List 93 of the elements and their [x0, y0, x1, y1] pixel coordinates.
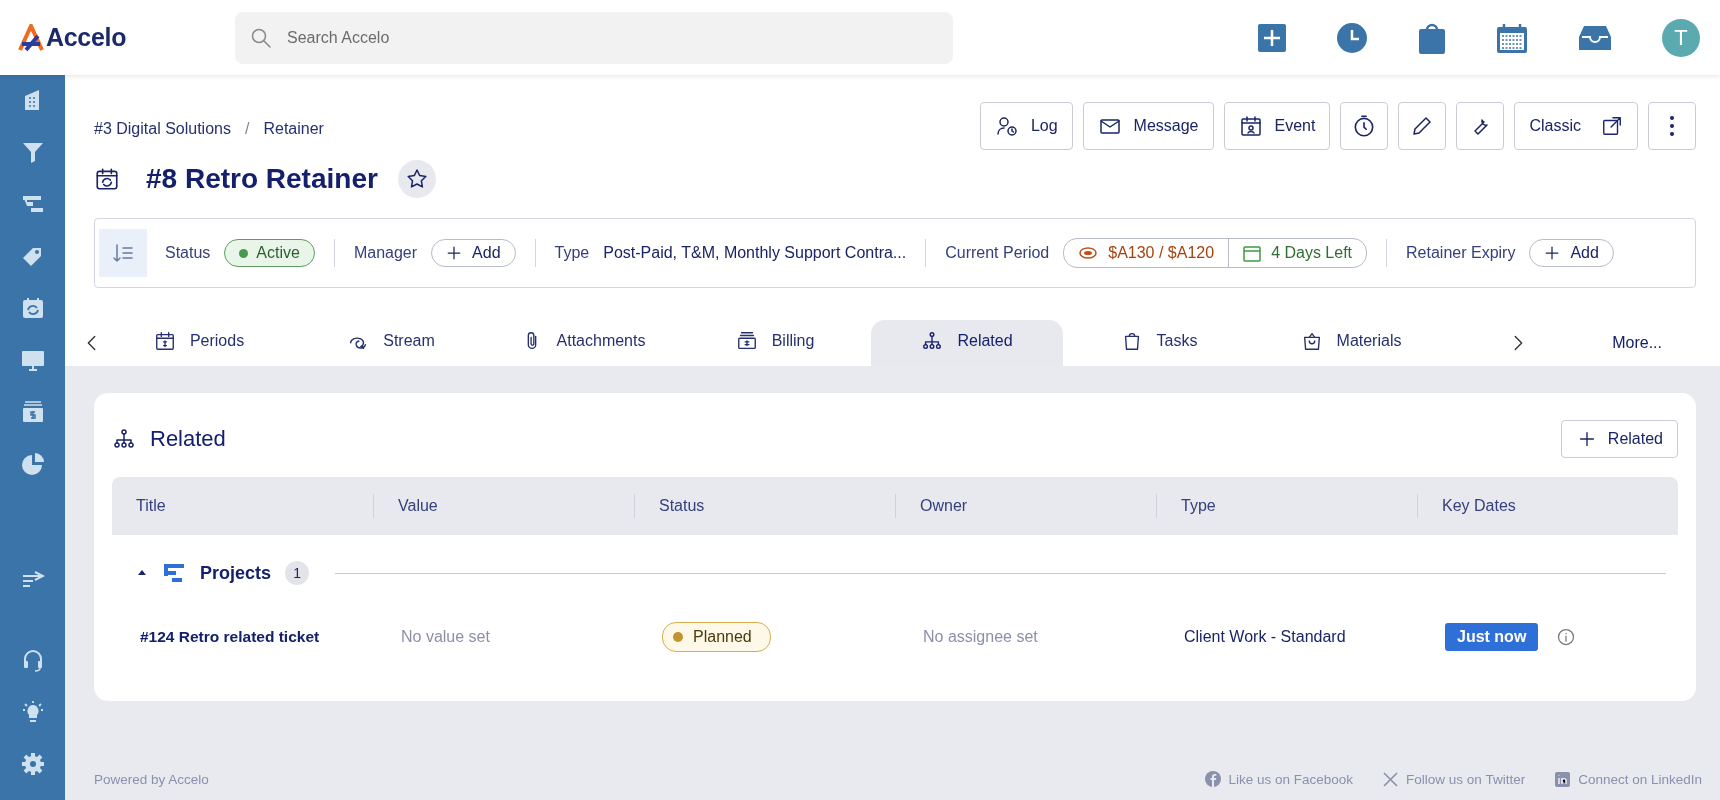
tasks-button[interactable] — [1418, 21, 1446, 54]
calendar-refresh-icon — [20, 296, 45, 320]
sort-button[interactable] — [99, 229, 147, 277]
table-cell: No assignee set — [923, 628, 1038, 646]
message-button[interactable]: Message — [1082, 102, 1214, 150]
status-pill: Active — [224, 239, 315, 267]
tab[interactable]: Periods — [103, 320, 295, 366]
field-label: Manager — [353, 244, 418, 262]
tab[interactable]: Attachments — [487, 320, 679, 366]
info-icon — [1556, 627, 1577, 647]
x-icon — [1383, 771, 1399, 787]
hierarchy-icon — [921, 330, 944, 352]
user-clock-icon — [994, 114, 1019, 138]
field-value: Post-Paid, T&M, Monthly Support Contra... — [603, 244, 907, 262]
monitor-icon — [20, 348, 45, 372]
bag-icon — [1418, 21, 1446, 54]
lightbulb-icon — [20, 700, 45, 724]
pie-chart-button[interactable] — [20, 452, 45, 476]
lightbulb-button[interactable] — [20, 700, 45, 724]
add-related-button[interactable]: Related — [1560, 420, 1678, 458]
search-field[interactable]: Search Accelo — [235, 11, 953, 64]
gantt-icon — [162, 562, 186, 584]
coins-icon — [1078, 245, 1099, 261]
powered-by-text: Powered by Accelo — [94, 771, 209, 787]
status-pill: Planned — [662, 622, 771, 652]
field-label: Retainer Expiry — [1406, 244, 1516, 262]
more-tab[interactable]: More... — [1572, 334, 1720, 366]
plus-icon — [1258, 23, 1286, 52]
column-header: Status — [659, 497, 705, 515]
external-link-icon — [1601, 115, 1623, 137]
record-title: #8 Retro Retainer — [146, 163, 378, 195]
tab[interactable]: Stream — [295, 320, 487, 366]
date-badge: Just now — [1445, 623, 1539, 651]
tab[interactable]: Tasks — [1063, 320, 1255, 366]
money-box-button[interactable] — [20, 400, 45, 424]
sort-icon — [111, 241, 135, 265]
monitor-button[interactable] — [20, 348, 45, 372]
calendar-icon — [1238, 114, 1263, 138]
breadcrumb-link[interactable]: Retainer — [263, 120, 324, 138]
clock-icon — [1336, 21, 1368, 54]
tab[interactable]: Related — [871, 320, 1063, 366]
inbox-button[interactable] — [1578, 24, 1612, 51]
breadcrumb-link[interactable]: #3 Digital Solutions — [94, 120, 231, 138]
add-button[interactable] — [1258, 23, 1286, 52]
calendar-refresh-icon — [94, 166, 120, 192]
hierarchy-icon — [112, 427, 136, 451]
column-header: Type — [1181, 497, 1216, 515]
count-badge: 1 — [285, 561, 310, 585]
group-name: Projects — [200, 562, 272, 584]
log-button[interactable]: Log — [979, 102, 1073, 150]
logo-icon — [18, 23, 44, 52]
column-header: Key Dates — [1442, 497, 1516, 515]
field-label: Type — [554, 244, 590, 262]
logo-text: Accelo — [46, 23, 127, 52]
more-button[interactable] — [1648, 102, 1696, 150]
tools-button[interactable] — [1456, 102, 1505, 150]
funnel-button[interactable] — [20, 140, 45, 164]
classic-button[interactable]: Classic — [1514, 102, 1638, 150]
tab[interactable]: Billing — [679, 320, 871, 366]
table-cell: No value set — [401, 628, 490, 646]
calendar-icon — [1496, 22, 1528, 53]
inbox-icon — [1578, 24, 1612, 51]
field-label: Status — [165, 244, 211, 262]
more-icon — [1669, 115, 1675, 137]
edit-button[interactable] — [1398, 102, 1447, 150]
calendar-refresh-button[interactable] — [20, 296, 45, 320]
money-box-icon — [20, 400, 45, 424]
days-left-text: 4 Days Left — [1229, 239, 1367, 267]
timer-button[interactable] — [1340, 102, 1389, 150]
pie-chart-icon — [20, 452, 45, 476]
column-header: Title — [136, 497, 166, 515]
breadcrumb-separator: / — [244, 120, 250, 138]
column-header: Owner — [920, 497, 968, 515]
column-header: Value — [398, 497, 438, 515]
add-button[interactable]: Add — [1529, 239, 1614, 267]
settings-icon — [20, 752, 45, 776]
event-button[interactable]: Event — [1223, 102, 1331, 150]
facebook-icon — [1204, 771, 1221, 787]
periods-calendar-icon — [153, 330, 176, 352]
period-amount: $A130 / $A120 — [1064, 239, 1230, 267]
field-label: Current Period — [945, 244, 1050, 262]
favorite-button[interactable] — [397, 160, 436, 198]
add-button[interactable]: Add — [431, 239, 516, 267]
calendar-button[interactable] — [1496, 22, 1528, 53]
linkedin-icon — [1555, 771, 1571, 787]
tab[interactable]: Materials — [1255, 320, 1447, 366]
card-title: Related — [150, 426, 226, 452]
record-link[interactable]: #124 Retro related ticket — [140, 628, 320, 646]
table-cell: Client Work - Standard — [1184, 628, 1346, 646]
calendar-icon — [1243, 244, 1262, 262]
settings-button[interactable] — [20, 752, 45, 776]
billing-icon — [735, 330, 758, 352]
funnel-icon — [20, 140, 45, 164]
